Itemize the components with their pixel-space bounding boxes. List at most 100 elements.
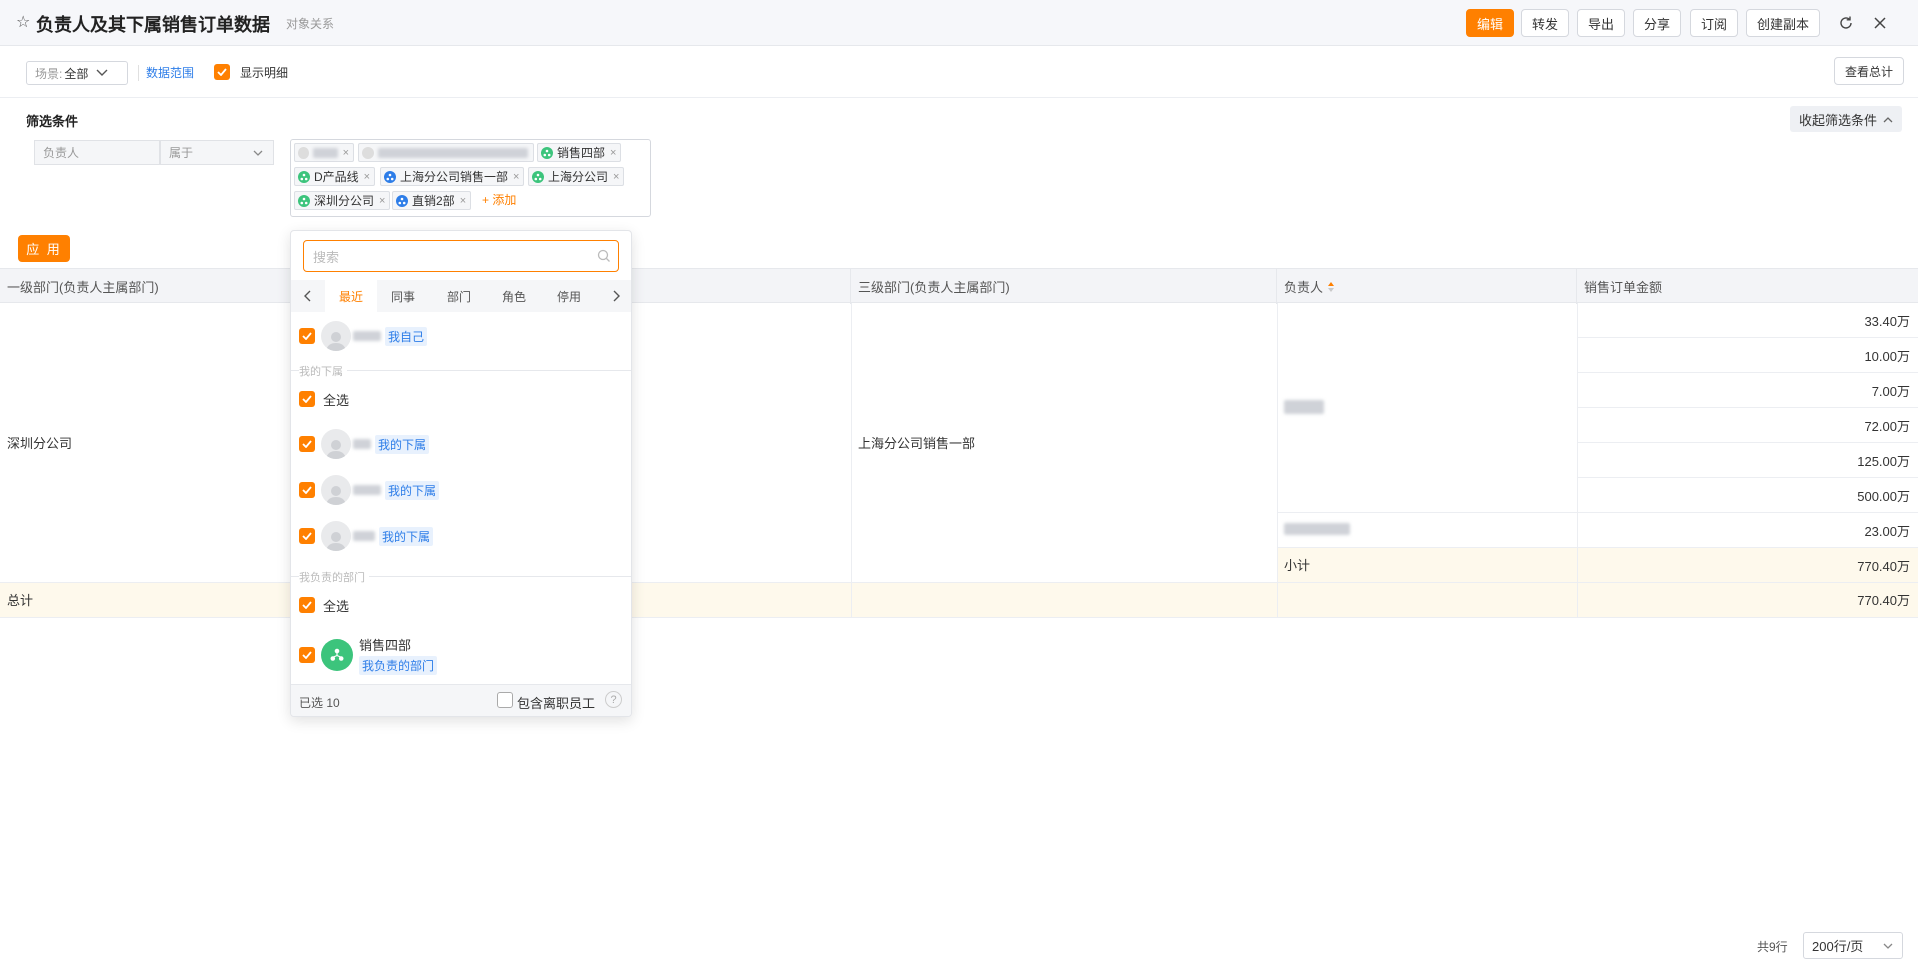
avatar — [321, 321, 351, 351]
select-all-label: 全选 — [323, 392, 350, 408]
tab-departments[interactable]: 部门 — [433, 280, 485, 312]
owner-name-blurred — [1284, 517, 1350, 541]
list-item-checkbox[interactable] — [299, 482, 315, 498]
subscribe-button[interactable]: 订阅 — [1690, 9, 1738, 37]
column-header-label: 销售订单金额 — [1584, 280, 1663, 295]
total-label: 总计 — [7, 593, 34, 608]
list-item-checkbox[interactable] — [299, 647, 315, 663]
tag-close-icon[interactable]: × — [460, 195, 466, 207]
department-name: 销售四部 — [359, 638, 412, 653]
tag-department[interactable]: 直销2部 × — [392, 191, 472, 210]
picker-search-input[interactable]: 搜索 — [303, 240, 619, 272]
department-icon — [298, 194, 310, 207]
tab-disabled[interactable]: 停用 — [543, 280, 595, 312]
toolbar: 场景: 全部 数据范围 显示明细 查看总计 — [0, 46, 1918, 98]
table-cell-amount: 10.00万 — [1864, 348, 1910, 364]
share-button[interactable]: 分享 — [1633, 9, 1681, 37]
subordinate-badge: 我的下属 — [375, 434, 430, 454]
user-icon — [298, 146, 309, 159]
list-item-subordinate[interactable]: 我的下属 — [291, 428, 631, 460]
list-item-checkbox[interactable] — [299, 436, 315, 452]
column-header-owner[interactable]: 负责人 — [1277, 269, 1577, 304]
list-item-checkbox[interactable] — [299, 391, 315, 407]
filter-operator-value: 属于 — [169, 146, 194, 160]
tag-close-icon[interactable]: × — [343, 147, 349, 159]
help-icon[interactable]: ? — [605, 691, 622, 708]
tag-label: 上海分公司 — [548, 170, 609, 184]
department-icon — [396, 194, 408, 207]
list-item-subordinate[interactable]: 我的下属 — [291, 474, 631, 506]
refresh-icon[interactable] — [1834, 11, 1858, 35]
table-cell-amount: 7.00万 — [1871, 383, 1910, 399]
filter-field-select[interactable]: 负责人 — [34, 140, 160, 165]
tag-close-icon[interactable]: × — [610, 147, 616, 159]
department-icon — [532, 170, 544, 183]
section-label-departments: 我负责的部门 — [299, 569, 369, 585]
chevron-up-icon — [1883, 116, 1893, 122]
tab-colleagues[interactable]: 同事 — [377, 280, 429, 312]
star-icon[interactable]: ☆ — [16, 12, 30, 32]
sort-icon[interactable] — [1327, 281, 1335, 293]
page-title: 负责人及其下属销售订单数据 — [36, 15, 270, 35]
view-total-button[interactable]: 查看总计 — [1834, 57, 1904, 85]
select-all-subordinates[interactable]: 全选 — [291, 387, 631, 411]
filter-value-tags[interactable]: × 销售四部 × D产品线 × 上海分公司销售一部 × 上海分公司 × 深圳分公司 × 直… — [290, 139, 651, 217]
avatar — [321, 429, 351, 459]
tag-department[interactable]: 深圳分公司 × — [294, 191, 391, 210]
tag-close-icon[interactable]: × — [613, 171, 619, 183]
subordinate-badge: 我的下属 — [385, 480, 440, 500]
table-cell-amount: 33.40万 — [1864, 313, 1910, 329]
search-placeholder: 搜索 — [313, 249, 340, 265]
select-all-departments[interactable]: 全选 — [291, 593, 631, 617]
list-item-checkbox[interactable] — [299, 328, 315, 344]
department-info: 销售四部 我负责的部门 — [359, 635, 438, 675]
scene-select[interactable]: 场景: 全部 — [26, 61, 128, 85]
scene-label: 场景: — [35, 66, 63, 81]
filter-operator-select[interactable]: 属于 — [160, 140, 274, 165]
select-all-label: 全选 — [323, 598, 350, 614]
owner-name-blurred — [1284, 395, 1324, 419]
tag-label: D产品线 — [314, 170, 359, 184]
chevron-right-icon[interactable] — [599, 280, 631, 312]
list-item-department[interactable]: 销售四部 我负责的部门 — [291, 635, 631, 675]
tag-department[interactable]: 销售四部 × — [537, 143, 622, 162]
create-copy-button[interactable]: 创建副本 — [1746, 9, 1820, 37]
tag-department[interactable]: 上海分公司 × — [528, 167, 625, 186]
add-filter-value-link[interactable]: + 添加 — [482, 191, 516, 208]
forward-button[interactable]: 转发 — [1521, 9, 1569, 37]
avatar — [321, 521, 351, 551]
tag-label: 销售四部 — [557, 146, 606, 160]
tab-roles[interactable]: 角色 — [488, 280, 540, 312]
tag-close-icon[interactable]: × — [364, 171, 370, 183]
tag-close-icon[interactable]: × — [379, 195, 385, 207]
list-item-self[interactable]: 我自己 — [291, 320, 631, 352]
include-resigned-checkbox[interactable] — [497, 692, 513, 708]
owner-picker-dropdown: 搜索 最近 同事 部门 角色 停用 我自己 我的下属 全选 我的下属 我的下属 … — [290, 230, 632, 717]
list-item-checkbox[interactable] — [299, 597, 315, 613]
table-cell-amount: 23.00万 — [1864, 523, 1910, 539]
show-detail-checkbox[interactable] — [214, 64, 230, 80]
collapse-filter-button[interactable]: 收起筛选条件 — [1790, 106, 1902, 132]
apply-button[interactable]: 应 用 — [18, 235, 70, 262]
data-range-link[interactable]: 数据范围 — [146, 64, 194, 81]
list-item-checkbox[interactable] — [299, 528, 315, 544]
divider — [0, 617, 1918, 618]
chevron-left-icon[interactable] — [291, 280, 325, 312]
export-button[interactable]: 导出 — [1577, 9, 1625, 37]
tag-user[interactable] — [358, 143, 534, 162]
page-size-select[interactable]: 200行/页 — [1803, 932, 1903, 959]
table-header: 一级部门(负责人主属部门) 三级部门(负责人主属部门) 负责人 销售订单金额 — [0, 268, 1918, 304]
check-icon — [217, 68, 227, 76]
column-header-level3: 三级部门(负责人主属部门) — [851, 269, 1277, 304]
close-icon[interactable] — [1868, 11, 1892, 35]
tag-department[interactable]: D产品线 × — [294, 167, 376, 186]
edit-button[interactable]: 编辑 — [1466, 9, 1514, 37]
list-item-subordinate[interactable]: 我的下属 — [291, 520, 631, 552]
tab-recent[interactable]: 最近 — [325, 280, 377, 312]
tag-department[interactable]: 上海分公司销售一部 × — [380, 167, 525, 186]
tag-close-icon[interactable]: × — [513, 171, 519, 183]
subordinate-badge: 我的下属 — [379, 526, 434, 546]
chevron-down-icon — [96, 69, 108, 76]
tag-label: 深圳分公司 — [314, 194, 375, 208]
tag-user[interactable]: × — [294, 143, 354, 162]
